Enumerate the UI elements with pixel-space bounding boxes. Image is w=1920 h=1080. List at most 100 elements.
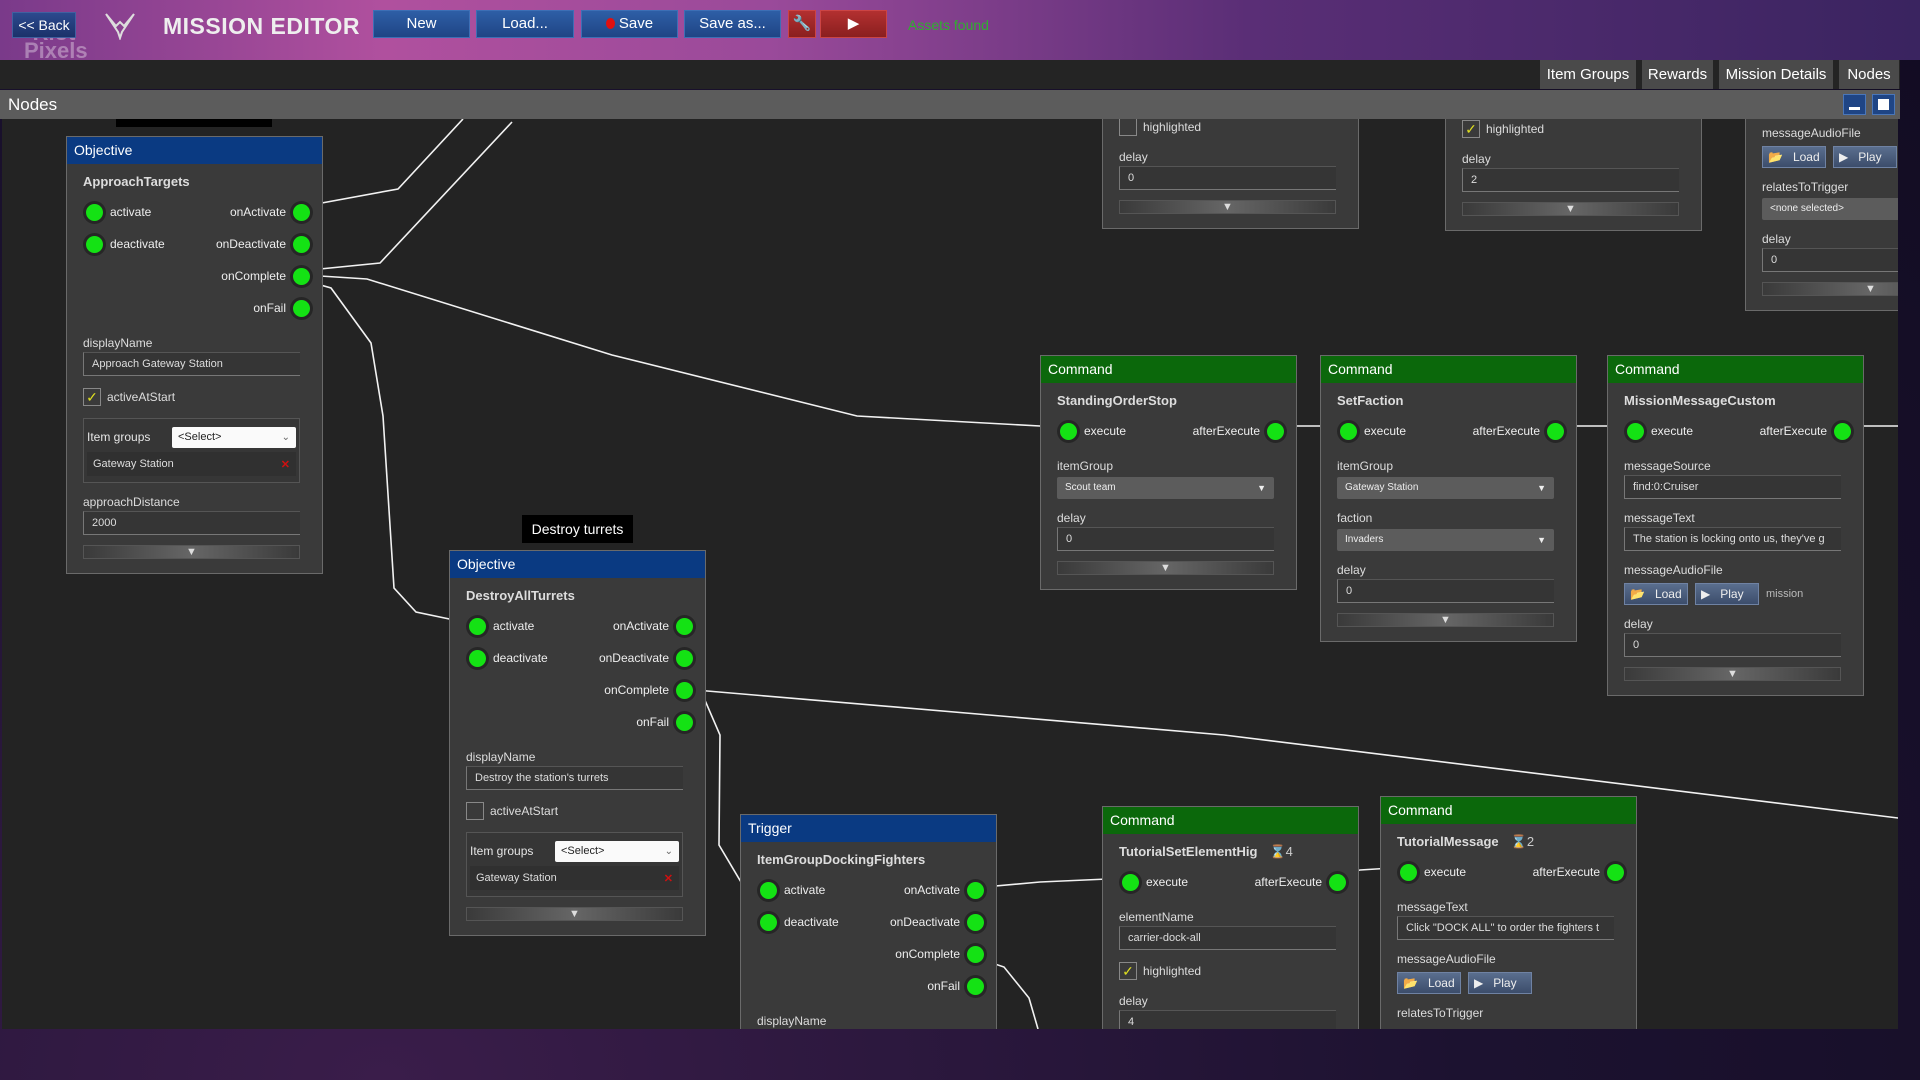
load-audio-button[interactable]: 📂 Load <box>1762 146 1826 168</box>
dropdown[interactable]: Gateway Station ▼ <box>1337 477 1554 499</box>
tab-item-groups[interactable]: Item Groups <box>1540 60 1636 89</box>
input-port[interactable] <box>1060 423 1077 440</box>
expand-button[interactable]: ▼ <box>1762 282 1898 296</box>
output-port[interactable] <box>676 682 693 699</box>
checkbox[interactable] <box>466 802 484 820</box>
remove-icon[interactable]: ✕ <box>281 458 290 471</box>
node-command[interactable]: Command StandingOrderStop execute afterExec… <box>1040 355 1297 590</box>
item-groups-select[interactable]: <Select> ⌄ <box>172 426 296 448</box>
node-canvas[interactable]: Objective ApproachTargets activate onActiva… <box>2 119 1898 1029</box>
text-field[interactable]: The station is locking onto us, they've … <box>1624 527 1841 551</box>
checkbox[interactable]: ✓ <box>1462 120 1480 138</box>
expand-button[interactable]: ▼ <box>466 907 683 921</box>
node-command[interactable]: Command TutorialMessage ⌛2 execute afterExec… <box>1380 796 1637 1029</box>
text-field[interactable]: 4 <box>1119 1010 1336 1029</box>
text-field[interactable]: 0 <box>1057 527 1274 551</box>
dropdown[interactable]: Scout team ▼ <box>1057 477 1274 499</box>
expand-button[interactable]: ▼ <box>83 545 300 559</box>
checkbox-row[interactable]: activeAtStart <box>466 800 683 822</box>
text-field[interactable]: 0 <box>1624 633 1841 657</box>
text-field[interactable]: carrier-dock-all <box>1119 926 1336 950</box>
output-port[interactable] <box>293 300 310 317</box>
text-field[interactable]: Click "DOCK ALL" to order the fighters t <box>1397 916 1614 940</box>
output-port[interactable] <box>676 714 693 731</box>
text-field[interactable]: 0 <box>1762 248 1898 272</box>
node-command[interactable]: Command MissionMessageCustom execute afterE… <box>1607 355 1864 696</box>
input-port[interactable] <box>1400 864 1417 881</box>
output-port[interactable] <box>676 650 693 667</box>
expand-button[interactable]: ▼ <box>1624 667 1841 681</box>
remove-icon[interactable]: ✕ <box>664 872 673 885</box>
new-button[interactable]: New <box>373 10 470 38</box>
save-button[interactable]: Save <box>581 10 678 38</box>
run-button[interactable]: ▶ <box>820 10 887 38</box>
expand-button[interactable]: ▼ <box>1119 200 1336 214</box>
checkbox[interactable] <box>1119 119 1137 136</box>
text-field[interactable]: 0 <box>1119 166 1336 190</box>
output-port[interactable] <box>293 204 310 221</box>
input-port[interactable] <box>86 204 103 221</box>
dropdown[interactable]: Invaders ▼ <box>1337 529 1554 551</box>
output-port[interactable] <box>1547 423 1564 440</box>
node-trigger[interactable]: Trigger ItemGroupDockingFighters activate o… <box>740 814 997 1029</box>
node-command[interactable]: Command TutorialSetElementHig ⌛4 execute aft… <box>1102 806 1359 1029</box>
checkbox-row[interactable]: ✓ highlighted <box>1462 119 1679 140</box>
input-port[interactable] <box>1627 423 1644 440</box>
load-audio-button[interactable]: 📂 Load <box>1624 583 1688 605</box>
output-port[interactable] <box>1267 423 1284 440</box>
node-partial[interactable]: ✓ highlighted delay 2 ▼ <box>1445 119 1702 231</box>
tab-nodes[interactable]: Nodes <box>1839 60 1899 89</box>
input-port[interactable] <box>1340 423 1357 440</box>
text-field[interactable]: Destroy the station's turrets <box>466 766 683 790</box>
load-button[interactable]: Load... <box>476 10 574 38</box>
text-field[interactable]: 2000 <box>83 511 300 535</box>
back-button[interactable]: << Back <box>12 12 76 38</box>
output-port[interactable] <box>293 236 310 253</box>
output-port[interactable] <box>967 882 984 899</box>
output-port[interactable] <box>1607 864 1624 881</box>
checkbox-row[interactable]: highlighted <box>1119 119 1336 138</box>
expand-button[interactable]: ▼ <box>1337 613 1554 627</box>
node-objective[interactable]: Objective DestroyAllTurrets activate onActi… <box>449 550 706 936</box>
text-field[interactable]: 2 <box>1462 168 1679 192</box>
input-port[interactable] <box>1122 874 1139 891</box>
tools-button[interactable]: 🔧 <box>788 10 816 38</box>
checkbox-row[interactable]: ✓ highlighted <box>1119 960 1336 982</box>
save-as-button[interactable]: Save as... <box>684 10 781 38</box>
node-objective[interactable]: Objective ApproachTargets activate onActiva… <box>66 136 323 574</box>
play-audio-button[interactable]: ▶ Play <box>1695 583 1759 605</box>
play-audio-button[interactable]: ▶ Play <box>1468 972 1532 994</box>
port-list: execute afterExecute <box>1397 856 1624 888</box>
load-audio-button[interactable]: 📂 Load <box>1397 972 1461 994</box>
output-port[interactable] <box>1834 423 1851 440</box>
output-port[interactable] <box>967 978 984 995</box>
dropdown[interactable]: <none selected>▼ <box>1762 198 1898 220</box>
play-audio-button[interactable]: ▶ Play <box>1833 146 1897 168</box>
output-port[interactable] <box>967 914 984 931</box>
item-groups-select[interactable]: <Select> ⌄ <box>555 840 679 862</box>
output-port[interactable] <box>967 946 984 963</box>
input-port[interactable] <box>86 236 103 253</box>
checkbox-row[interactable]: ✓ activeAtStart <box>83 386 300 408</box>
input-port[interactable] <box>469 618 486 635</box>
node-command[interactable]: Command SetFaction execute afterExecute item… <box>1320 355 1577 642</box>
node-partial[interactable]: messageAudioFile 📂 Load ▶ Play relatesToTrigg… <box>1745 119 1898 311</box>
output-port[interactable] <box>676 618 693 635</box>
text-field[interactable]: 0 <box>1337 579 1554 603</box>
tab-mission-details[interactable]: Mission Details <box>1719 60 1833 89</box>
input-port[interactable] <box>760 914 777 931</box>
expand-button[interactable]: ▼ <box>1057 561 1274 575</box>
input-port[interactable] <box>469 650 486 667</box>
tab-rewards[interactable]: Rewards <box>1642 60 1713 89</box>
maximize-button[interactable] <box>1872 94 1895 115</box>
input-port[interactable] <box>760 882 777 899</box>
minimize-button[interactable] <box>1843 94 1866 115</box>
expand-button[interactable]: ▼ <box>1462 202 1679 216</box>
text-field[interactable]: Approach Gateway Station <box>83 352 300 376</box>
checkbox[interactable]: ✓ <box>83 388 101 406</box>
node-partial[interactable]: highlighted delay 0 ▼ <box>1102 119 1359 229</box>
text-field[interactable]: find:0:Cruiser <box>1624 475 1841 499</box>
output-port[interactable] <box>293 268 310 285</box>
checkbox[interactable]: ✓ <box>1119 962 1137 980</box>
output-port[interactable] <box>1329 874 1346 891</box>
